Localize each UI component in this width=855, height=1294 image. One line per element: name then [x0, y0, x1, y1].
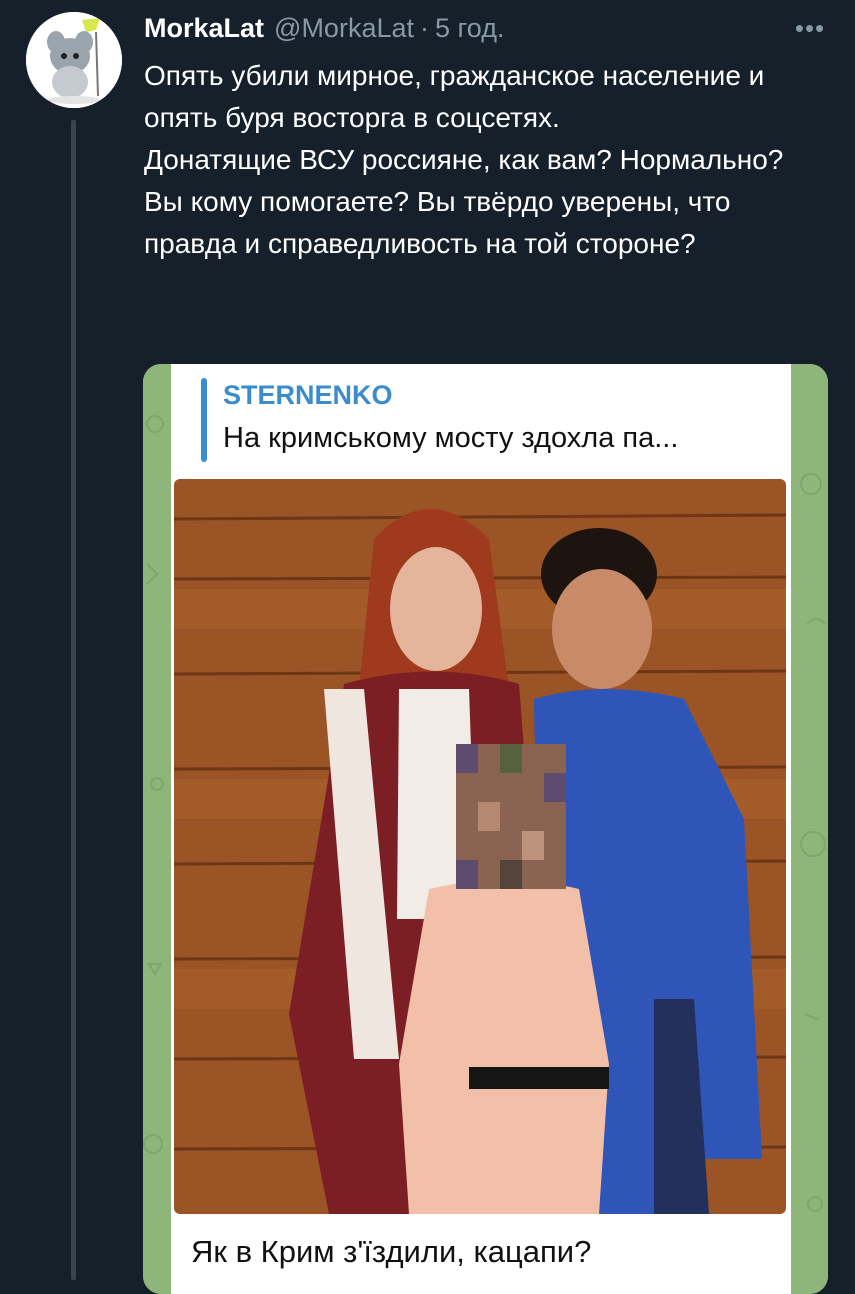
tweet-media[interactable]: STERNENKO На кримському мосту здохла па.…: [143, 364, 828, 1294]
cartoon-rat-avatar-icon: [26, 12, 122, 108]
family-photo: [174, 479, 786, 1214]
tweet-paragraph: Опять убили мирное, гражданское населени…: [144, 60, 765, 133]
family-photo-image: [174, 479, 786, 1214]
thread-line: [71, 120, 76, 1280]
author-name[interactable]: MorkaLat: [144, 13, 264, 44]
author-handle[interactable]: @MorkaLat: [274, 13, 414, 44]
reply-accent-bar: [201, 378, 207, 462]
tweet-header: MorkaLat @MorkaLat · 5 год. •••: [144, 10, 835, 46]
more-horizontal-icon[interactable]: •••: [785, 10, 835, 46]
reply-source-name: STERNENKO: [223, 380, 393, 410]
message-caption: Як в Крим з'їздили, кацапи?: [191, 1234, 592, 1269]
reply-preview-text: На кримському мосту здохла па...: [223, 422, 679, 454]
tweet-paragraph: Донатящие ВСУ россияне, как вам? Нормаль…: [144, 144, 784, 259]
separator-dot: ·: [420, 12, 429, 43]
telegram-message: STERNENKO На кримському мосту здохла па.…: [171, 364, 791, 1294]
avatar[interactable]: [26, 12, 122, 108]
tweet-text: Опять убили мирное, гражданское населени…: [144, 55, 824, 265]
tweet-time[interactable]: 5 год.: [435, 13, 504, 44]
